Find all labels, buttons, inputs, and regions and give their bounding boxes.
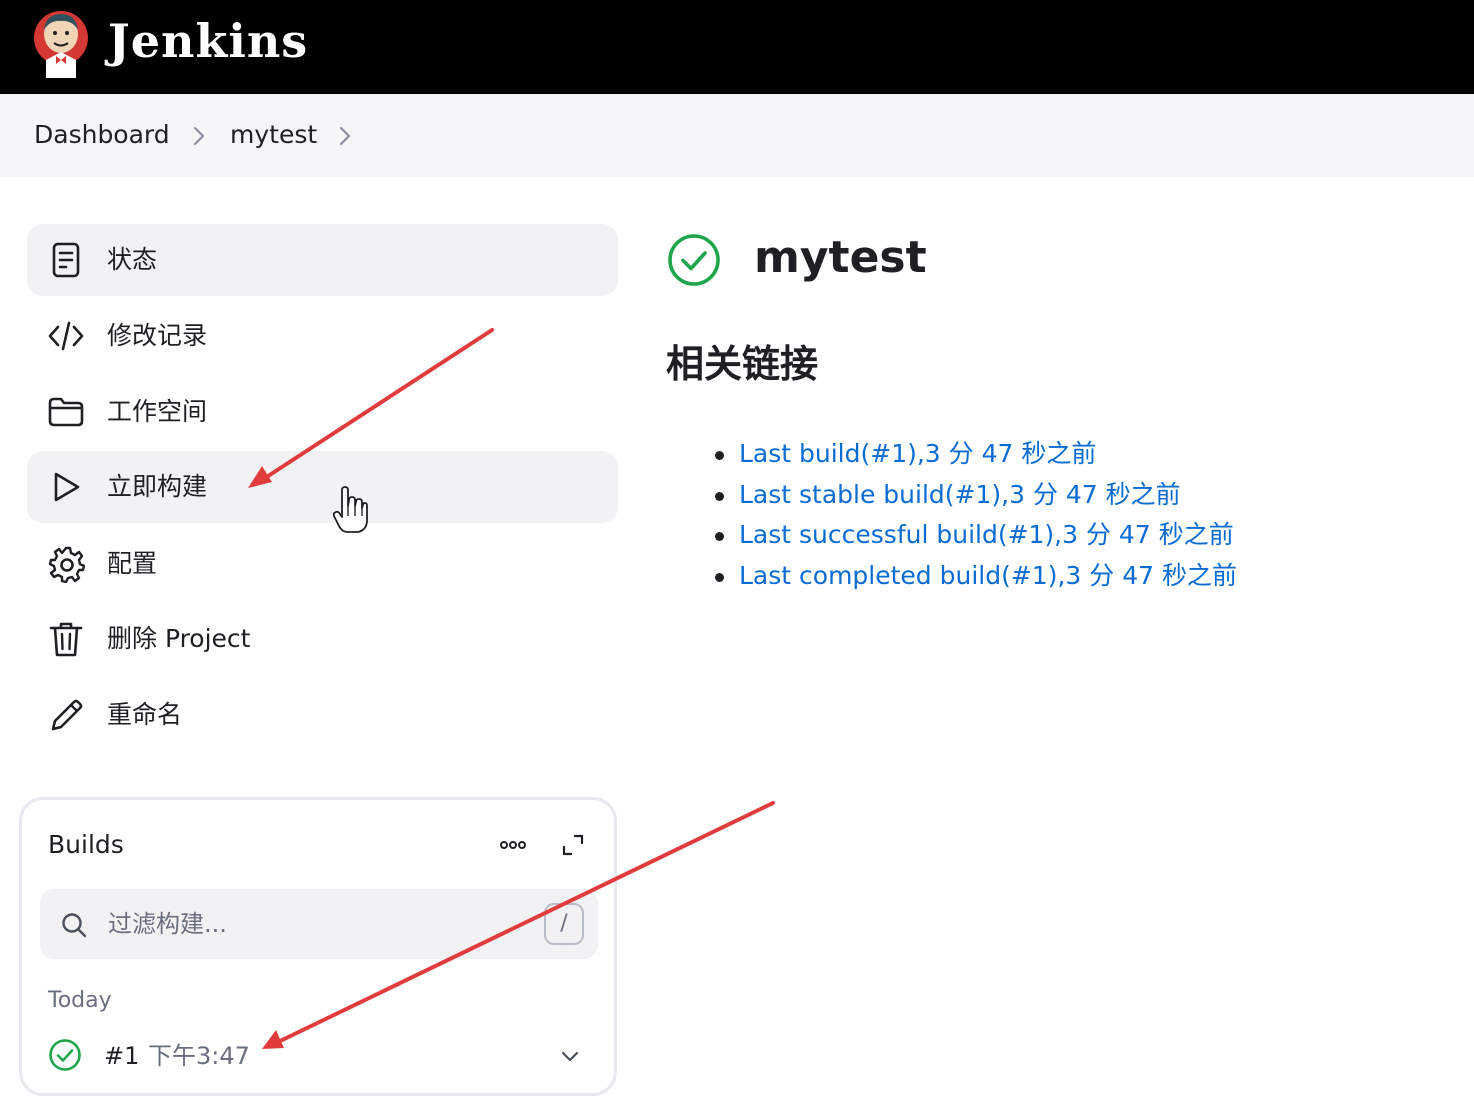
build-number[interactable]: #1 xyxy=(104,1040,139,1072)
related-links-heading: 相关链接 xyxy=(666,342,819,386)
breadcrumb-dashboard[interactable]: Dashboard xyxy=(34,118,170,152)
builds-filter-input[interactable] xyxy=(106,903,526,945)
sidebar-item-label: 重命名 xyxy=(107,700,183,729)
success-check-icon xyxy=(49,1039,81,1071)
build-group-label: Today xyxy=(48,988,112,1013)
link-last-build[interactable]: Last build(#1),3 分 47 秒之前 xyxy=(739,439,1096,468)
list-item: Last successful build(#1),3 分 47 秒之前 xyxy=(715,515,1237,556)
sidebar-item-rename[interactable]: 重命名 xyxy=(27,679,618,751)
keyboard-shortcut-hint: / xyxy=(544,903,584,945)
sidebar-item-changes[interactable]: 修改记录 xyxy=(27,300,618,372)
link-last-completed-build[interactable]: Last completed build(#1),3 分 47 秒之前 xyxy=(739,561,1237,590)
trash-icon xyxy=(49,622,83,657)
link-last-stable-build[interactable]: Last stable build(#1),3 分 47 秒之前 xyxy=(739,480,1181,509)
list-item: Last stable build(#1),3 分 47 秒之前 xyxy=(715,475,1237,516)
breadcrumb: Dashboard mytest xyxy=(0,94,1474,177)
sidebar-item-label: 配置 xyxy=(107,549,158,578)
jenkins-logo-icon[interactable] xyxy=(32,8,90,80)
builds-title: Builds xyxy=(48,830,124,859)
more-options-icon[interactable] xyxy=(498,830,528,860)
sidebar-item-label: 立即构建 xyxy=(107,472,208,501)
play-icon xyxy=(54,472,80,502)
builds-search-box: / xyxy=(40,889,598,959)
breadcrumb-mytest[interactable]: mytest xyxy=(230,118,317,152)
sidebar-item-label: 删除 Project xyxy=(107,624,251,653)
top-header: Jenkins xyxy=(0,0,1474,94)
list-item: Last build(#1),3 分 47 秒之前 xyxy=(715,434,1237,475)
sidebar-item-build-now[interactable]: 立即构建 xyxy=(27,451,618,523)
success-check-icon xyxy=(668,234,720,286)
chevron-down-icon[interactable] xyxy=(558,1044,582,1068)
code-icon xyxy=(48,321,84,351)
sidebar-item-status[interactable]: 状态 xyxy=(27,224,618,296)
page-title: mytest xyxy=(754,232,927,283)
brand-title[interactable]: Jenkins xyxy=(108,10,308,72)
link-last-successful-build[interactable]: Last successful build(#1),3 分 47 秒之前 xyxy=(739,520,1234,549)
hand-pointer-cursor-icon xyxy=(332,486,368,533)
related-links-list: Last build(#1),3 分 47 秒之前 Last stable bu… xyxy=(715,434,1237,597)
sidebar-item-workspace[interactable]: 工作空间 xyxy=(27,376,618,448)
sidebar-item-label: 工作空间 xyxy=(107,397,208,426)
chevron-right-icon[interactable] xyxy=(337,124,353,148)
build-time: 下午3:47 xyxy=(148,1042,250,1070)
pencil-icon xyxy=(51,699,83,731)
sidebar-item-delete-project[interactable]: 删除 Project xyxy=(27,603,618,675)
list-item: Last completed build(#1),3 分 47 秒之前 xyxy=(715,556,1237,597)
sidebar-item-label: 修改记录 xyxy=(107,321,208,350)
expand-icon[interactable] xyxy=(558,830,588,860)
chevron-right-icon xyxy=(194,127,204,145)
document-icon xyxy=(52,242,80,278)
gear-icon xyxy=(48,546,85,583)
sidebar-item-configure[interactable]: 配置 xyxy=(27,528,618,600)
search-icon xyxy=(62,913,87,938)
sidebar-item-label: 状态 xyxy=(107,245,158,274)
folder-icon xyxy=(48,397,84,427)
builds-card: Builds / Today #1 下午3:47 xyxy=(19,797,617,1096)
build-row[interactable]: #1 下午3:47 xyxy=(32,1032,602,1080)
